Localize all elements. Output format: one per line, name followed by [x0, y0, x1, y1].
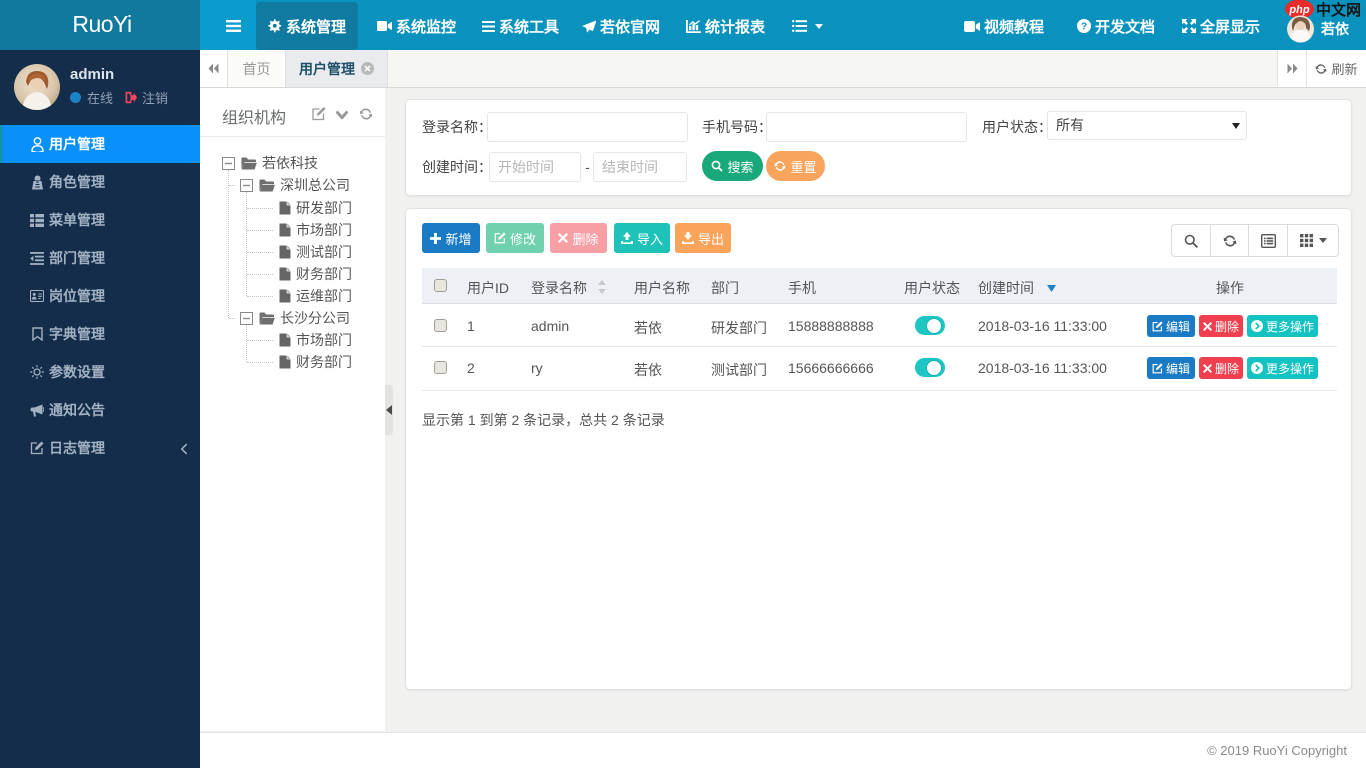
svg-text:中文网: 中文网	[1316, 1, 1361, 19]
svg-text:?: ?	[1081, 22, 1087, 33]
svg-text:若依: 若依	[1320, 21, 1350, 37]
svg-text:php: php	[1288, 4, 1309, 16]
